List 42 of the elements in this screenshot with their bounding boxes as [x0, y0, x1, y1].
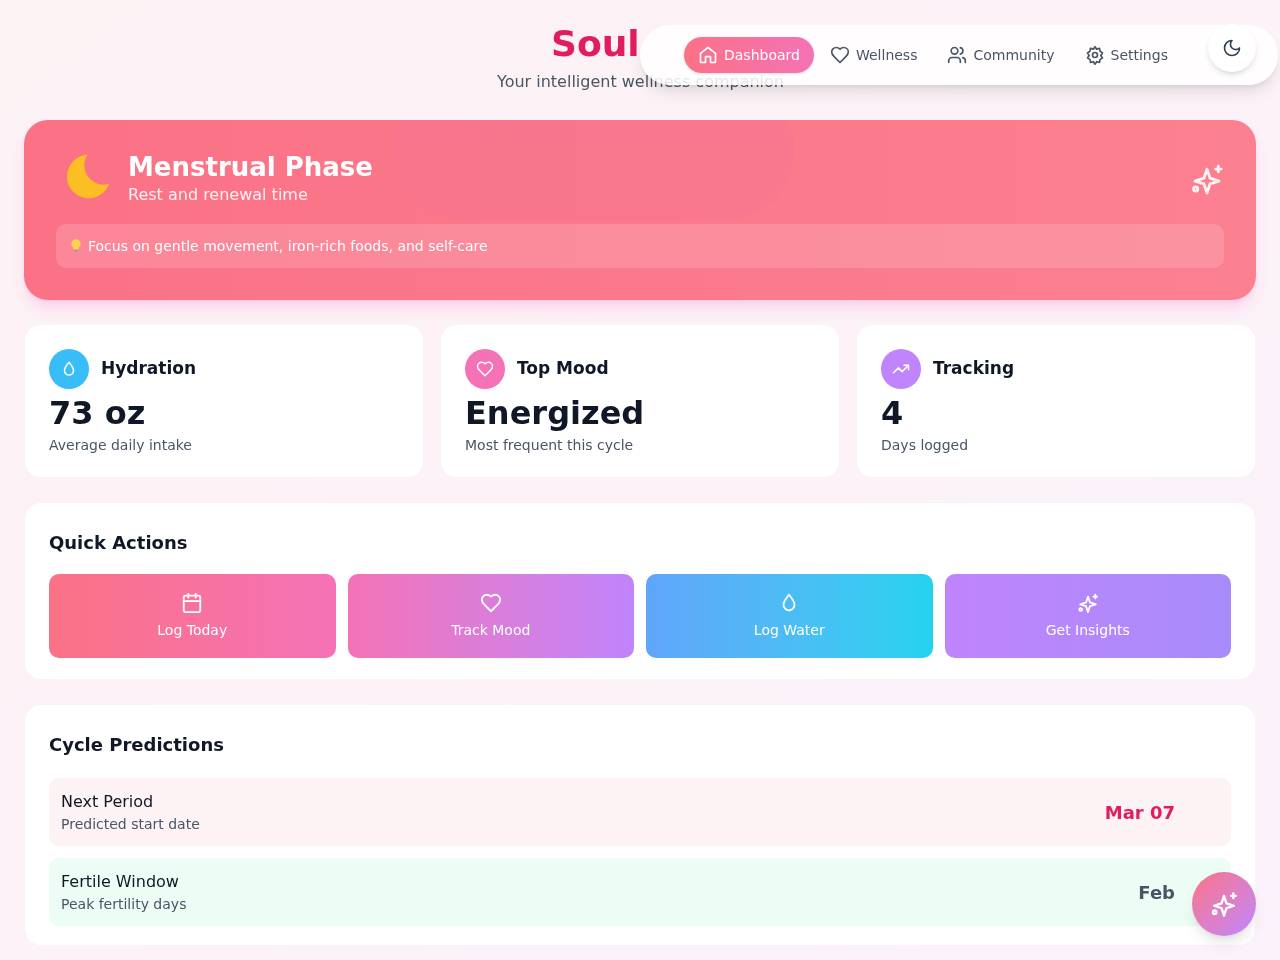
stat-value: 4: [881, 393, 905, 434]
prediction-caption: Predicted start date: [61, 814, 201, 834]
prediction-title: Next Period: [61, 790, 155, 813]
calendar-icon: [181, 591, 204, 614]
prediction-date: Feb: [1138, 880, 1175, 905]
stat-label: Tracking: [933, 357, 1015, 381]
settings-icon: [1084, 45, 1105, 65]
stat-caption: Days logged: [881, 436, 970, 455]
quick-action-button[interactable]: Log Today: [49, 574, 336, 658]
stat-caption: Most frequent this cycle: [465, 436, 635, 455]
stat-value: 73 oz: [49, 393, 147, 434]
nav-tab[interactable]: Settings: [1070, 37, 1182, 73]
stat-value: Energized: [465, 393, 646, 434]
phase-subtitle: Rest and renewal time: [128, 184, 309, 206]
heart-icon: [476, 360, 494, 378]
sparkle-icon: [1076, 591, 1099, 614]
nav-tab[interactable]: Wellness: [815, 37, 932, 73]
stat-label: Hydration: [101, 357, 197, 381]
stat-caption: Average daily intake: [49, 436, 193, 455]
tip-text: Focus on gentle movement, iron-rich foods, and self-care: [88, 236, 488, 256]
home-icon: [698, 45, 718, 65]
moon-icon: [1222, 38, 1242, 58]
app-subtitle: Your intelligent wellness companion: [497, 71, 784, 93]
heart-icon: [479, 591, 502, 614]
app-title: Soul: [551, 22, 640, 66]
lightbulb-icon: [68, 238, 84, 254]
sparkle-icon: [1190, 162, 1224, 196]
quick-action-button[interactable]: Log Water: [646, 574, 933, 658]
stat-label: Top Mood: [517, 357, 609, 381]
section-title: Quick Actions: [49, 531, 189, 555]
heart-icon: [829, 45, 850, 65]
prediction-caption: Peak fertility days: [61, 894, 188, 914]
nav-tab[interactable]: Dashboard: [684, 37, 814, 73]
nav-tab[interactable]: Community: [933, 37, 1069, 73]
section-title: Cycle Predictions: [49, 733, 225, 757]
sparkle-icon: [1210, 890, 1238, 918]
phase-title: Menstrual Phase: [128, 151, 374, 183]
quick-action-button[interactable]: Track Mood: [347, 574, 634, 658]
people-icon: [947, 45, 968, 65]
quick-action-button[interactable]: Get Insights: [944, 574, 1231, 658]
prediction-title: Fertile Window: [61, 870, 180, 893]
prediction-date: Mar 07: [1104, 800, 1175, 825]
